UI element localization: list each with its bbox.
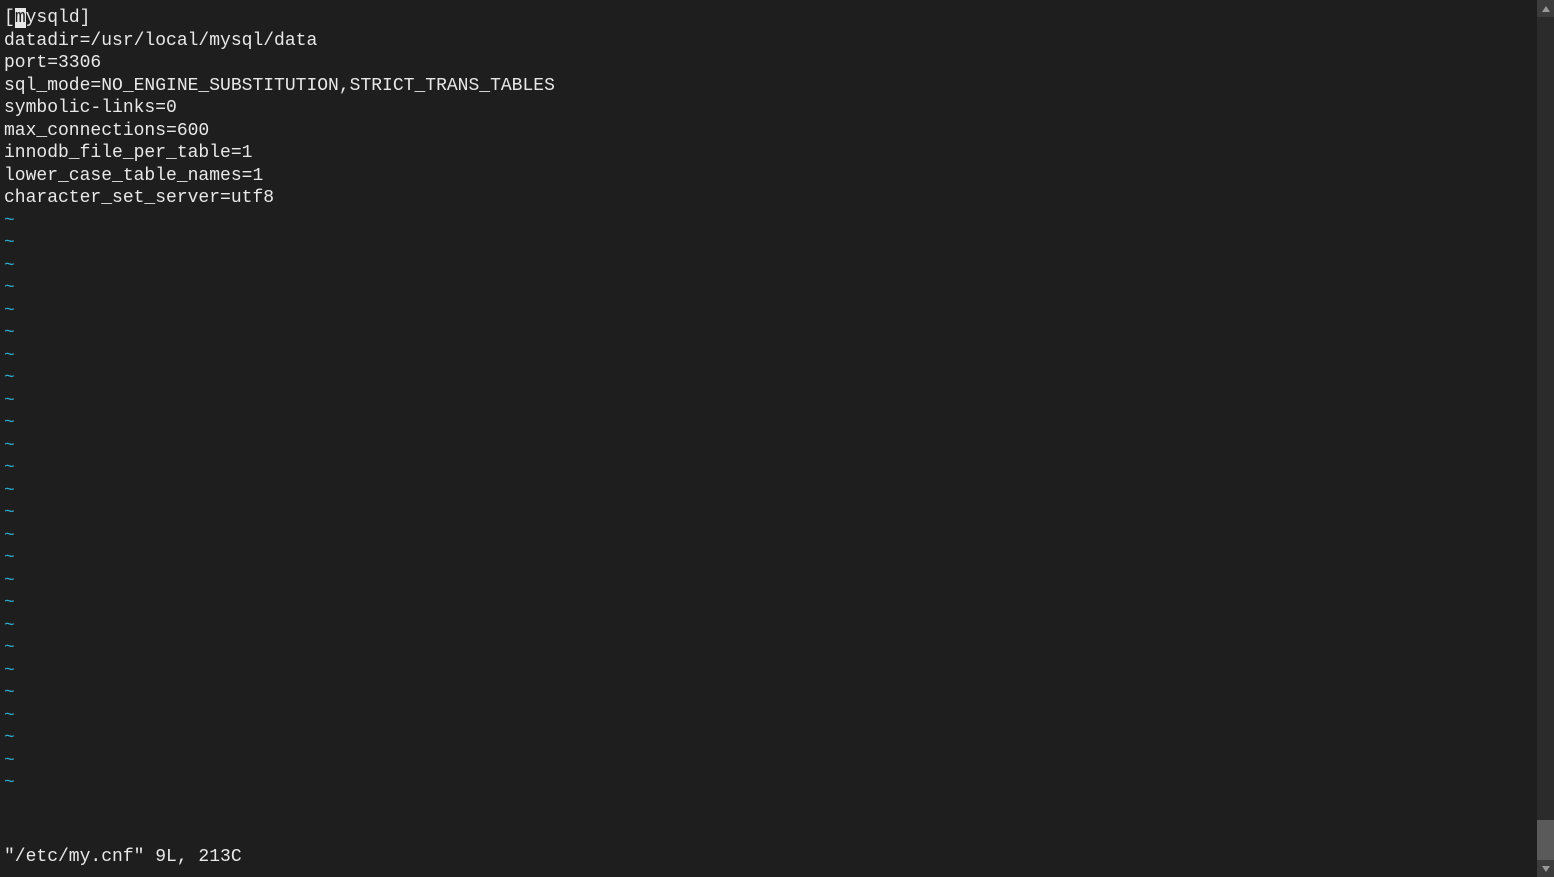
file-line[interactable]: max_connections=600 xyxy=(4,120,1433,143)
file-line[interactable]: lower_case_table_names=1 xyxy=(4,165,1433,188)
tilde-line: ~ xyxy=(4,210,1433,233)
tilde-line: ~ xyxy=(4,300,1433,323)
scroll-down-button[interactable] xyxy=(1537,860,1554,877)
tilde-line: ~ xyxy=(4,412,1433,435)
vertical-scrollbar[interactable] xyxy=(1537,0,1554,877)
empty-lines: ~~~~~~~~~~~~~~~~~~~~~~~~~~ xyxy=(4,210,1433,795)
tilde-line: ~ xyxy=(4,457,1433,480)
file-line[interactable]: sql_mode=NO_ENGINE_SUBSTITUTION,STRICT_T… xyxy=(4,75,1433,98)
file-line[interactable]: [mysqld] xyxy=(4,7,1433,30)
tilde-line: ~ xyxy=(4,570,1433,593)
status-line: "/etc/my.cnf" 9L, 213C xyxy=(4,846,242,869)
file-line[interactable]: character_set_server=utf8 xyxy=(4,187,1433,210)
tilde-line: ~ xyxy=(4,232,1433,255)
tilde-line: ~ xyxy=(4,277,1433,300)
tilde-line: ~ xyxy=(4,682,1433,705)
chevron-up-icon xyxy=(1542,6,1550,12)
tilde-line: ~ xyxy=(4,255,1433,278)
tilde-line: ~ xyxy=(4,637,1433,660)
tilde-line: ~ xyxy=(4,502,1433,525)
tilde-line: ~ xyxy=(4,772,1433,795)
editor-viewport[interactable]: [mysqld]datadir=/usr/local/mysql/datapor… xyxy=(0,0,1437,877)
file-content[interactable]: [mysqld]datadir=/usr/local/mysql/datapor… xyxy=(4,7,1433,210)
tilde-line: ~ xyxy=(4,480,1433,503)
file-line[interactable]: innodb_file_per_table=1 xyxy=(4,142,1433,165)
tilde-line: ~ xyxy=(4,727,1433,750)
tilde-line: ~ xyxy=(4,592,1433,615)
cursor: m xyxy=(15,8,26,28)
tilde-line: ~ xyxy=(4,525,1433,548)
tilde-line: ~ xyxy=(4,547,1433,570)
chevron-down-icon xyxy=(1542,866,1550,872)
tilde-line: ~ xyxy=(4,705,1433,728)
tilde-line: ~ xyxy=(4,390,1433,413)
tilde-line: ~ xyxy=(4,660,1433,683)
file-line[interactable]: port=3306 xyxy=(4,52,1433,75)
scroll-thumb[interactable] xyxy=(1537,820,1554,860)
tilde-line: ~ xyxy=(4,750,1433,773)
scroll-up-button[interactable] xyxy=(1537,0,1554,17)
tilde-line: ~ xyxy=(4,615,1433,638)
tilde-line: ~ xyxy=(4,435,1433,458)
tilde-line: ~ xyxy=(4,345,1433,368)
tilde-line: ~ xyxy=(4,322,1433,345)
file-line[interactable]: symbolic-links=0 xyxy=(4,97,1433,120)
tilde-line: ~ xyxy=(4,367,1433,390)
file-line[interactable]: datadir=/usr/local/mysql/data xyxy=(4,30,1433,53)
